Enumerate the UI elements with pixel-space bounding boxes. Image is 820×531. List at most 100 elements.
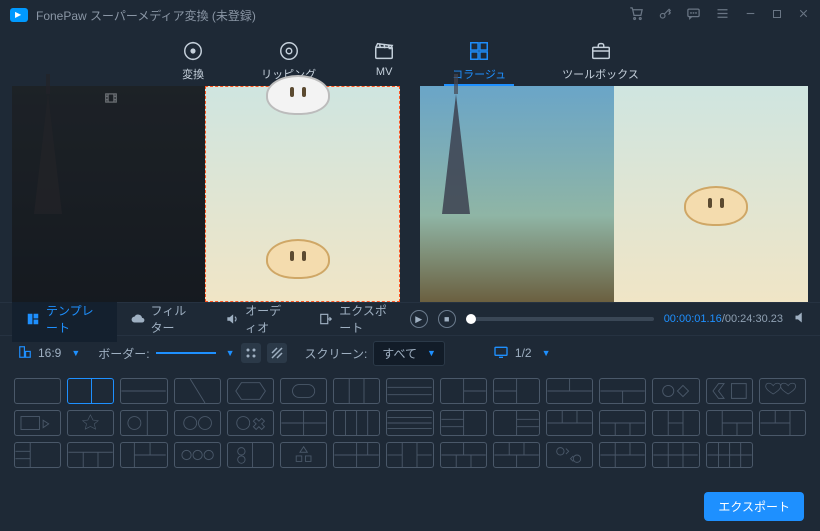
subtab-label: エクスポート [339, 302, 396, 336]
template-item[interactable] [120, 442, 167, 468]
border-option-grid[interactable] [241, 343, 261, 363]
page-value: 1/2 [515, 346, 532, 360]
titlebar-controls [629, 6, 810, 24]
template-item[interactable] [652, 410, 699, 436]
titlebar: FonePaw スーパーメディア変換 (未登録) [0, 0, 820, 30]
clapper-icon [372, 40, 396, 62]
export-icon [319, 312, 333, 326]
template-item[interactable] [280, 410, 327, 436]
film-icon [104, 92, 118, 107]
border-option-pattern[interactable] [267, 343, 287, 363]
canvas-slot-1[interactable] [12, 86, 205, 302]
template-item[interactable] [333, 410, 380, 436]
chevron-down-icon[interactable]: ▼ [542, 348, 551, 358]
template-item[interactable] [546, 442, 593, 468]
aspect-icon [18, 345, 32, 362]
key-icon[interactable] [658, 7, 672, 24]
close-icon[interactable] [797, 7, 810, 23]
border-control: ボーダー: ▼ [98, 343, 286, 363]
speaker-icon [225, 312, 239, 326]
template-item[interactable] [440, 442, 487, 468]
template-item[interactable] [120, 410, 167, 436]
template-item[interactable] [493, 410, 540, 436]
template-item[interactable] [706, 378, 753, 404]
template-item[interactable] [706, 410, 753, 436]
template-item[interactable] [67, 442, 114, 468]
tab-convert[interactable]: 変換 [173, 38, 213, 86]
maximize-icon[interactable] [771, 8, 783, 23]
time-display: 00:00:01.16/00:24:30.23 [664, 313, 783, 325]
template-icon [26, 312, 40, 326]
template-item[interactable] [386, 410, 433, 436]
cloud-icon [131, 312, 145, 326]
seek-bar[interactable] [466, 317, 654, 321]
footer: エクスポート [704, 492, 804, 521]
chevron-down-icon[interactable]: ▼ [226, 348, 235, 358]
template-item[interactable] [174, 442, 221, 468]
menu-icon[interactable] [715, 6, 730, 24]
template-item[interactable] [280, 442, 327, 468]
template-item[interactable] [227, 410, 274, 436]
subtab-template[interactable]: テンプレート [12, 296, 117, 342]
current-time: 00:00:01.16 [664, 313, 722, 325]
template-item[interactable] [599, 442, 646, 468]
toolbox-icon [589, 40, 613, 62]
aspect-selector[interactable]: 16:9 ▼ [18, 345, 80, 362]
template-item[interactable] [14, 378, 61, 404]
subtab-label: フィルター [151, 302, 198, 336]
convert-icon [181, 40, 205, 62]
monitor-icon [493, 345, 509, 362]
template-item[interactable] [14, 442, 61, 468]
templates-grid [0, 370, 820, 476]
preview-row [0, 86, 820, 302]
template-item[interactable] [546, 410, 593, 436]
export-button[interactable]: エクスポート [704, 492, 804, 521]
subtab-filter[interactable]: フィルター [117, 296, 212, 342]
template-item[interactable] [227, 442, 274, 468]
cart-icon[interactable] [629, 6, 644, 24]
screen-dropdown[interactable]: すべて ▼ [373, 341, 445, 366]
template-item[interactable] [759, 378, 806, 404]
chevron-down-icon: ▼ [427, 348, 436, 358]
collage-canvas[interactable] [12, 86, 400, 302]
seek-knob[interactable] [466, 314, 476, 324]
template-item[interactable] [67, 410, 114, 436]
preview-slot-1 [420, 86, 614, 302]
template-item[interactable] [120, 378, 167, 404]
template-item[interactable] [759, 410, 806, 436]
template-item[interactable] [706, 442, 753, 468]
template-item[interactable] [333, 442, 380, 468]
template-item[interactable] [333, 378, 380, 404]
chat-icon[interactable] [686, 6, 701, 24]
tab-toolbox[interactable]: ツールボックス [554, 38, 647, 86]
tab-label: コラージュ [452, 66, 506, 82]
template-item[interactable] [599, 410, 646, 436]
template-item[interactable] [652, 442, 699, 468]
template-item[interactable] [227, 378, 274, 404]
canvas-slot-2[interactable] [205, 86, 400, 302]
border-line-style[interactable] [156, 352, 216, 354]
video-preview[interactable] [420, 86, 808, 302]
template-item[interactable] [546, 378, 593, 404]
template-item[interactable] [599, 378, 646, 404]
template-item[interactable] [493, 442, 540, 468]
template-item[interactable] [440, 410, 487, 436]
stop-button[interactable]: ■ [438, 310, 456, 328]
template-item[interactable] [174, 410, 221, 436]
template-item[interactable] [652, 378, 699, 404]
subtab-audio[interactable]: オーディオ [211, 296, 305, 342]
tab-mv[interactable]: MV [364, 38, 404, 86]
template-item[interactable] [14, 410, 61, 436]
template-item[interactable] [386, 378, 433, 404]
template-item[interactable] [280, 378, 327, 404]
subtab-label: オーディオ [245, 302, 291, 336]
play-button[interactable]: ▶ [410, 310, 428, 328]
template-item[interactable] [386, 442, 433, 468]
volume-icon[interactable] [793, 310, 808, 328]
template-item[interactable] [67, 378, 114, 404]
template-item[interactable] [493, 378, 540, 404]
minimize-icon[interactable] [744, 7, 757, 23]
template-item[interactable] [440, 378, 487, 404]
template-item[interactable] [174, 378, 221, 404]
subtab-export[interactable]: エクスポート [305, 296, 410, 342]
